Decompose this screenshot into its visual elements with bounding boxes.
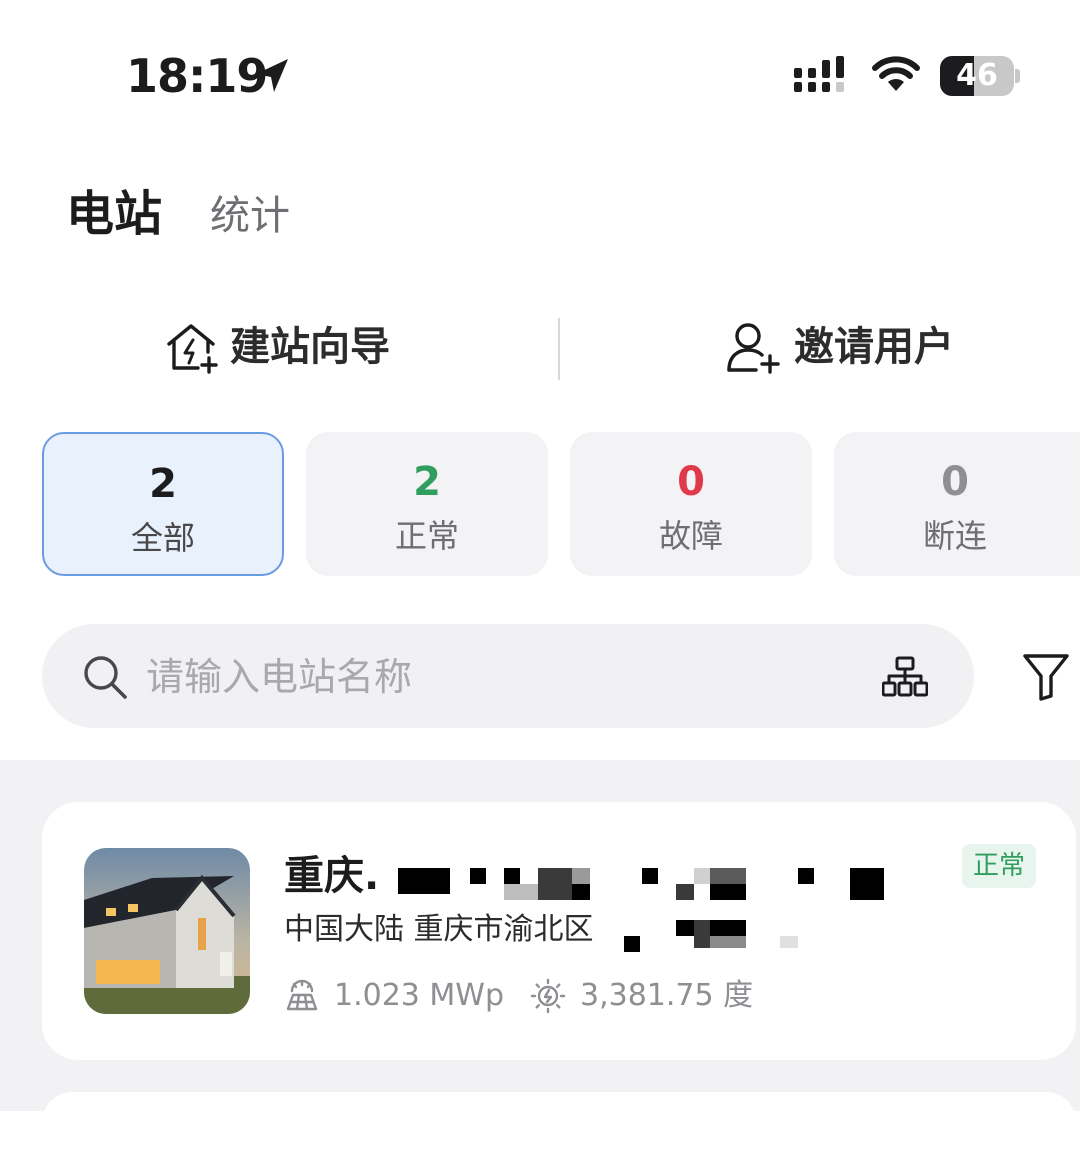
build-station-label: 建站向导 [230, 324, 390, 370]
filter-fault-count: 0 [677, 459, 705, 505]
action-divider [558, 318, 560, 380]
station-thumbnail[interactable] [84, 848, 250, 1014]
filter-fault-card[interactable]: 0 故障 [570, 432, 812, 576]
search-input[interactable] [146, 648, 846, 706]
house-add-icon [167, 324, 218, 374]
station-card[interactable] [42, 1092, 1076, 1152]
battery-icon: 46 [940, 56, 1022, 96]
solar-panel-icon [286, 979, 318, 1011]
station-name: 重庆. [284, 853, 380, 899]
status-time: 18:19 [126, 49, 268, 103]
battery-level: 46 [956, 58, 998, 93]
filter-all-card[interactable]: 2 全部 [42, 432, 284, 576]
org-structure-icon[interactable] [882, 656, 928, 698]
station-energy: 3,381.75 度 [530, 976, 753, 1016]
filter-normal-count: 2 [413, 459, 441, 505]
build-station-button[interactable]: 建站向导 [164, 320, 390, 374]
filter-offline-card[interactable]: 0 断连 [834, 432, 1080, 576]
station-capacity: 1.023 MWp [284, 976, 504, 1016]
filter-normal-label: 正常 [394, 517, 459, 555]
filter-all-count: 2 [149, 461, 177, 507]
filter-all-label: 全部 [130, 519, 195, 557]
tab-station[interactable]: 电站 [66, 184, 162, 244]
filter-offline-label: 断连 [922, 517, 987, 555]
filter-normal-card[interactable]: 2 正常 [306, 432, 548, 576]
wifi-icon [872, 56, 920, 91]
search-icon [84, 656, 127, 699]
filter-offline-count: 0 [941, 459, 969, 505]
tab-statistics[interactable]: 统计 [210, 190, 290, 242]
filter-icon[interactable] [1022, 652, 1070, 702]
filter-fault-label: 故障 [658, 517, 723, 555]
station-capacity-value: 1.023 MWp [334, 978, 505, 1013]
station-energy-value: 3,381.75 度 [580, 978, 754, 1013]
sun-energy-icon [530, 978, 566, 1014]
station-address: 中国大陆 重庆市渝北区 [284, 912, 594, 947]
invite-user-button[interactable]: 邀请用户 [724, 320, 954, 374]
invite-user-label: 邀请用户 [794, 324, 954, 370]
location-arrow-icon [256, 59, 288, 92]
user-add-icon [727, 323, 780, 374]
status-badge: 正常 [962, 844, 1036, 888]
signal-icon [794, 56, 844, 92]
